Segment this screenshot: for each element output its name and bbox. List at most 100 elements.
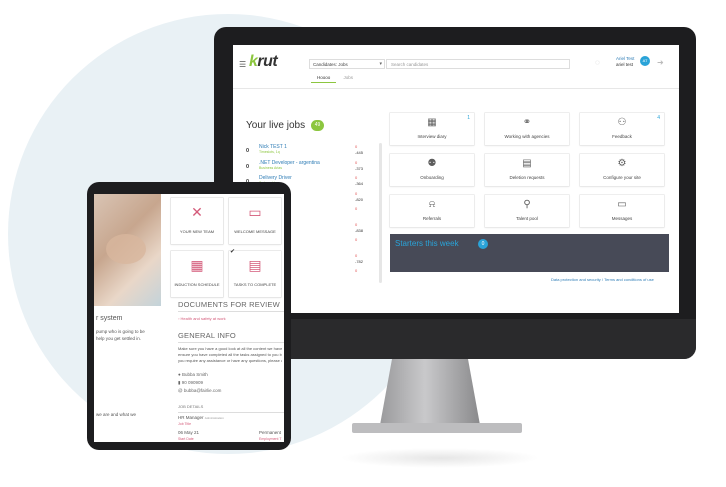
monitor-icon: ▭ xyxy=(248,204,262,220)
job-days-left: -445 xyxy=(355,150,364,155)
job-title-label: Job Title xyxy=(178,422,192,426)
tile-interview-diary[interactable]: ▦ Interview diary 1 xyxy=(390,113,474,145)
tab-jobs[interactable]: Jobs xyxy=(338,73,360,82)
contact-phone-text: 90 090909 xyxy=(181,380,204,385)
tile-label: Interview diary xyxy=(417,134,447,139)
tile-onboarding[interactable]: ⚉ Onboarding xyxy=(390,154,474,186)
avatar[interactable]: AT xyxy=(640,56,650,66)
contact-phone[interactable]: ▮ 90 090909 xyxy=(178,380,203,386)
tablet-device: ✕ YOUR NEW TEAM ▭ WELCOME MESSAGE ▦ INDUCTION… xyxy=(87,182,291,450)
job-location: Timeslots, 1q xyxy=(259,150,280,154)
hamburger-menu-icon[interactable]: ☰ xyxy=(239,60,246,69)
search-input[interactable]: Search candidates xyxy=(386,59,570,69)
chat-icon[interactable]: ◌ xyxy=(595,58,600,67)
starters-count: 0 xyxy=(478,239,488,249)
team-icon: ✕ xyxy=(191,204,203,220)
tile-welcome-message[interactable]: ▭ WELCOME MESSAGE xyxy=(229,198,281,244)
calendar-icon: ▦ xyxy=(427,117,437,128)
job-title: HR Manager xyxy=(178,415,204,420)
tile-configure-your-site[interactable]: ⚙ Configure your site xyxy=(580,154,664,186)
job-row[interactable]: 0 Nick TEST 1 Timeslots, 1q 0 -445 xyxy=(241,144,375,159)
live-jobs-title: Your live jobs xyxy=(246,120,306,131)
starters-label: Starters this week xyxy=(395,239,459,248)
monitor-stand xyxy=(380,359,480,425)
contact-name-text: Bubba Smith xyxy=(181,372,208,377)
live-jobs-count: 49 xyxy=(311,120,324,131)
job-details-heading: JOB DETAILS xyxy=(178,404,204,409)
starters-this-week-panel: Starters this week 0 xyxy=(390,234,669,272)
job-days-left: -820 xyxy=(355,196,364,202)
tile-referrals[interactable]: ⍾ Referrals xyxy=(390,195,474,227)
left-heading: r system xyxy=(96,315,123,322)
tile-label: TASKS TO COMPLETE xyxy=(233,282,277,287)
group-icon: ⚇ xyxy=(617,117,627,128)
contact-email[interactable]: @ bubba@fairlie.com xyxy=(178,388,221,393)
job-new-count: 0 xyxy=(355,252,358,258)
chevron-down-icon: ▾ xyxy=(379,61,382,67)
job-title-value: HR Manager Administration xyxy=(178,415,224,420)
general-line: you require any assistance or have any q… xyxy=(178,358,282,363)
job-candidate-count: 0 xyxy=(246,148,250,154)
job-new-count: 0 xyxy=(355,159,358,165)
job-days-left: -838 xyxy=(355,227,364,233)
job-new-count: 0 xyxy=(355,221,358,227)
logout-icon[interactable]: ➜ xyxy=(657,58,664,67)
tile-induction-schedule[interactable]: ▦ INDUCTION SCHEDULE xyxy=(171,251,223,297)
app-logo[interactable]: krut xyxy=(249,53,278,71)
user-menu[interactable]: Ariel Test ariel test xyxy=(616,56,634,68)
document-link[interactable]: ▫ Health and safety at work xyxy=(178,316,226,321)
general-info-text: Make sure you have a good look at all th… xyxy=(178,346,282,364)
hero-stage: ☰ krut Candidates: Jobs ▾ Search candida… xyxy=(0,0,726,487)
checkmark-icon: ✔ xyxy=(230,249,236,255)
tile-label: WELCOME MESSAGE xyxy=(234,229,276,234)
tile-tasks-to-complete[interactable]: ▤ TASKS TO COMPLETE ✔ xyxy=(229,249,281,297)
tile-your-new-team[interactable]: ✕ YOUR NEW TEAM xyxy=(171,198,223,244)
top-bar: ☰ krut Candidates: Jobs ▾ Search candida… xyxy=(233,45,679,89)
nav-tabs: Hoooo Jobs xyxy=(311,73,359,83)
tile-messages[interactable]: ▭ Messages xyxy=(580,195,664,227)
job-days-left: -364 xyxy=(355,181,364,186)
tablet-screen: ✕ YOUR NEW TEAM ▭ WELCOME MESSAGE ▦ INDUCTION… xyxy=(94,194,284,442)
person-icon: ⚲ xyxy=(523,199,531,210)
candidates-select[interactable]: Candidates: Jobs ▾ xyxy=(309,59,385,69)
jobs-scrollbar[interactable] xyxy=(379,143,382,283)
job-location: Business Arias xyxy=(259,165,282,170)
tile-label: Messages xyxy=(611,216,633,221)
tile-count: 1 xyxy=(467,115,470,121)
job-days-left: -373 xyxy=(355,165,364,171)
start-date-value: 06 May 21 xyxy=(178,430,200,435)
candidates-select-value: Candidates: Jobs xyxy=(313,61,348,67)
general-info-heading: GENERAL INFO xyxy=(178,331,236,340)
person-icon: ● xyxy=(178,372,181,377)
tile-talent-pool[interactable]: ⚲ Talent pool xyxy=(485,195,569,227)
tile-feedback[interactable]: ⚇ Feedback 4 xyxy=(580,113,664,145)
tile-label: Talent pool xyxy=(516,216,538,221)
tile-count: 4 xyxy=(657,115,660,121)
tile-working-with-agencies[interactable]: ⚭ Working with agencies xyxy=(485,113,569,145)
job-days-left: -782 xyxy=(355,258,364,264)
email-icon: @ xyxy=(178,388,183,393)
footer-links[interactable]: Data protection and security / Terms and… xyxy=(551,277,654,282)
checklist-icon: ▤ xyxy=(248,257,262,273)
user-sub: ariel test xyxy=(616,62,634,67)
job-new-count: 0 xyxy=(355,190,358,196)
tile-label: Referrals xyxy=(422,216,442,221)
logo-text: rut xyxy=(257,53,278,70)
tab-home[interactable]: Hoooo xyxy=(311,73,337,83)
employment-type-value: Permanent xyxy=(259,430,282,435)
search-placeholder: Search candidates xyxy=(391,61,429,67)
document-icon: ▤ xyxy=(522,158,532,169)
onboarding-icon: ⚉ xyxy=(427,158,437,169)
tile-label: YOUR NEW TEAM xyxy=(179,229,215,234)
tile-label: INDUCTION SCHEDULE xyxy=(174,282,220,287)
monitor-shadow xyxy=(340,448,540,468)
document-link-label: Health and safety at work xyxy=(180,316,226,321)
contact-name: ● Bubba Smith xyxy=(178,372,208,377)
photo-detail xyxy=(106,234,146,264)
tile-deletion-requests[interactable]: ▤ Deletion requests xyxy=(485,154,569,186)
bell-icon: ⍾ xyxy=(428,199,436,210)
divider xyxy=(178,412,284,413)
job-candidate-count: 0 xyxy=(246,163,250,170)
job-new-count: 0 xyxy=(355,175,358,180)
job-row[interactable]: 0 .NET Developer - argentina Business Aria… xyxy=(241,160,375,175)
